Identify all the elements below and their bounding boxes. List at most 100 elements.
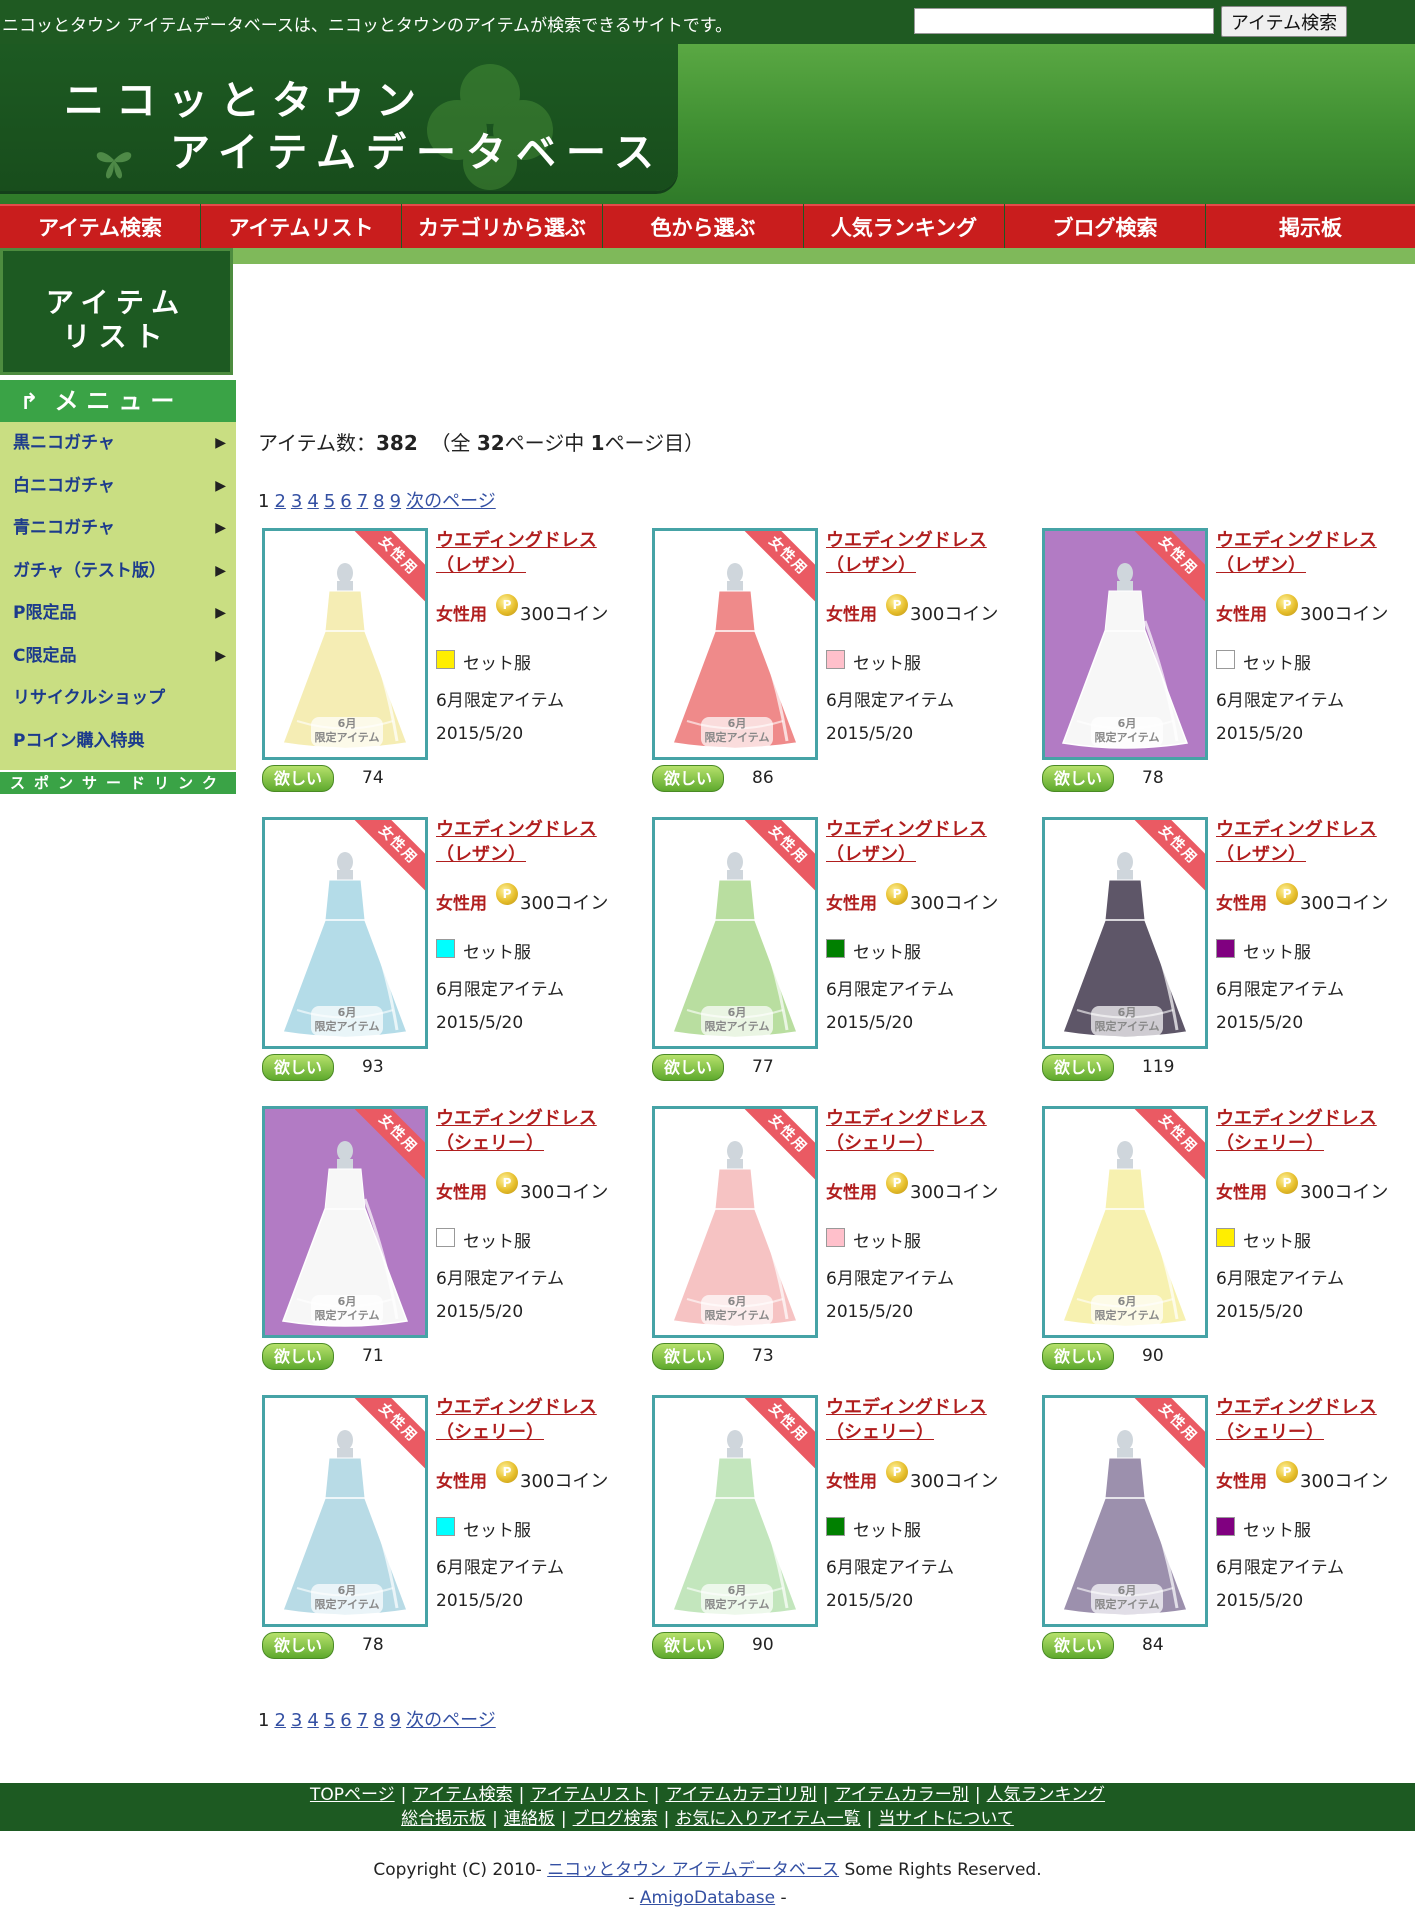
pager-link-9[interactable]: 9 bbox=[390, 1710, 401, 1731]
footer-link-blog-search[interactable]: ブログ検索 bbox=[573, 1809, 658, 1829]
footer-link-item-list[interactable]: アイテムリスト bbox=[530, 1785, 647, 1805]
coin-icon: P bbox=[1276, 594, 1298, 616]
sidebar-item-black-gacha[interactable]: 黒ニコガチャ ▶ bbox=[0, 422, 236, 465]
want-button[interactable]: 欲しい bbox=[652, 765, 724, 792]
footer-link-item-search[interactable]: アイテム検索 bbox=[412, 1785, 512, 1805]
item-name-link[interactable]: ウエディングドレス （レザン） bbox=[826, 817, 987, 867]
item-name-link[interactable]: ウエディングドレス （レザン） bbox=[436, 817, 597, 867]
sidebar-item-recycle-shop[interactable]: リサイクルショップ bbox=[0, 677, 236, 720]
sidebar-item-test-gacha[interactable]: ガチャ（テスト版） ▶ bbox=[0, 550, 236, 593]
item-name-link[interactable]: ウエディングドレス （レザン） bbox=[1216, 528, 1377, 578]
pager-link-3[interactable]: 3 bbox=[291, 1710, 302, 1731]
color-swatch bbox=[1216, 1517, 1235, 1536]
item-thumbnail[interactable]: 6月 限定アイテム 女性用 bbox=[1042, 1106, 1208, 1338]
nav-item-board[interactable]: 掲示板 bbox=[1206, 204, 1415, 248]
nav-item-color[interactable]: 色から選ぶ bbox=[603, 204, 803, 248]
badge-month: 6月 bbox=[337, 717, 357, 730]
footer-link-about[interactable]: 当サイトについて bbox=[878, 1809, 1014, 1829]
pager-next-link[interactable]: 次のページ bbox=[406, 491, 496, 512]
item-thumbnail[interactable]: 6月 限定アイテム 女性用 bbox=[262, 1395, 428, 1627]
footer-link-contact-board[interactable]: 連絡板 bbox=[504, 1809, 555, 1829]
item-thumbnail[interactable]: 6月 限定アイテム 女性用 bbox=[262, 1106, 428, 1338]
item-thumbnail[interactable]: 6月 限定アイテム 女性用 bbox=[1042, 817, 1208, 1049]
item-name-link[interactable]: ウエディングドレス （シェリー） bbox=[1216, 1106, 1377, 1156]
item-name-link[interactable]: ウエディングドレス （シェリー） bbox=[1216, 1395, 1377, 1445]
amigo-database-link[interactable]: AmigoDatabase bbox=[640, 1888, 775, 1908]
want-button[interactable]: 欲しい bbox=[1042, 1632, 1114, 1659]
nav-item-list[interactable]: アイテムリスト bbox=[201, 204, 401, 248]
item-limited: 6月限定アイテム bbox=[436, 691, 565, 711]
count-suffix: ページ目） bbox=[604, 431, 705, 455]
pager-link-6[interactable]: 6 bbox=[340, 491, 351, 512]
sidebar-item-p-coin-bonus[interactable]: Pコイン購入特典 bbox=[0, 720, 236, 763]
sidebar-item-c-limited[interactable]: C限定品 ▶ bbox=[0, 635, 236, 678]
footer-link-color[interactable]: アイテムカラー別 bbox=[835, 1785, 969, 1805]
limited-badge: 6月 限定アイテム bbox=[1091, 1295, 1163, 1325]
footer-link-category[interactable]: アイテムカテゴリ別 bbox=[665, 1785, 816, 1805]
item-thumbnail[interactable]: 6月 限定アイテム 女性用 bbox=[652, 1106, 818, 1338]
item-gender: 女性用 bbox=[436, 1183, 487, 1203]
footer-link-top[interactable]: TOPページ bbox=[310, 1785, 395, 1805]
pager-link-6[interactable]: 6 bbox=[340, 1710, 351, 1731]
want-button[interactable]: 欲しい bbox=[262, 765, 334, 792]
item-thumbnail[interactable]: 6月 限定アイテム 女性用 bbox=[652, 528, 818, 760]
pager-link-8[interactable]: 8 bbox=[373, 491, 384, 512]
pager-link-2[interactable]: 2 bbox=[274, 1710, 285, 1731]
pager-next-link[interactable]: 次のページ bbox=[406, 1710, 496, 1731]
pager-link-5[interactable]: 5 bbox=[324, 491, 335, 512]
want-button[interactable]: 欲しい bbox=[1042, 1054, 1114, 1081]
item-gender: 女性用 bbox=[826, 1183, 877, 1203]
item-name-link[interactable]: ウエディングドレス （シェリー） bbox=[826, 1106, 987, 1156]
nav-item-blog-search[interactable]: ブログ検索 bbox=[1005, 204, 1205, 248]
item-name-link[interactable]: ウエディングドレス （シェリー） bbox=[436, 1106, 597, 1156]
coin-icon: P bbox=[1276, 1461, 1298, 1483]
want-button[interactable]: 欲しい bbox=[1042, 765, 1114, 792]
item-thumbnail[interactable]: 6月 限定アイテム 女性用 bbox=[652, 817, 818, 1049]
item-thumbnail[interactable]: 6月 限定アイテム 女性用 bbox=[1042, 528, 1208, 760]
item-thumbnail[interactable]: 6月 限定アイテム 女性用 bbox=[1042, 1395, 1208, 1627]
pager-link-4[interactable]: 4 bbox=[307, 491, 318, 512]
sidebar-item-blue-gacha[interactable]: 青ニコガチャ ▶ bbox=[0, 507, 236, 550]
footer-link-favorites[interactable]: お気に入りアイテム一覧 bbox=[675, 1809, 860, 1829]
pager-link-8[interactable]: 8 bbox=[373, 1710, 384, 1731]
pager-link-9[interactable]: 9 bbox=[390, 491, 401, 512]
item-name-link[interactable]: ウエディングドレス （レザン） bbox=[1216, 817, 1377, 867]
item-search-button[interactable]: アイテム検索 bbox=[1221, 6, 1347, 37]
footer-link-ranking[interactable]: 人気ランキング bbox=[987, 1785, 1106, 1805]
want-button[interactable]: 欲しい bbox=[262, 1054, 334, 1081]
want-button[interactable]: 欲しい bbox=[652, 1632, 724, 1659]
item-thumbnail[interactable]: 6月 限定アイテム 女性用 bbox=[262, 817, 428, 1049]
search-input[interactable] bbox=[914, 8, 1214, 34]
item-name-link[interactable]: ウエディングドレス （レザン） bbox=[826, 528, 987, 578]
item-name-link[interactable]: ウエディングドレス （シェリー） bbox=[826, 1395, 987, 1445]
sidebar-item-p-limited[interactable]: P限定品 ▶ bbox=[0, 592, 236, 635]
nav-item-search[interactable]: アイテム検索 bbox=[0, 204, 200, 248]
pager-link-7[interactable]: 7 bbox=[357, 491, 368, 512]
footer-separator: | bbox=[560, 1809, 567, 1829]
item-name-link[interactable]: ウエディングドレス （レザン） bbox=[436, 528, 597, 578]
pager-link-5[interactable]: 5 bbox=[324, 1710, 335, 1731]
badge-month: 6月 bbox=[1117, 717, 1137, 730]
badge-text: 限定アイテム bbox=[704, 1598, 770, 1611]
item-price: 300コイン bbox=[520, 604, 609, 625]
want-button[interactable]: 欲しい bbox=[1042, 1343, 1114, 1370]
nav-item-ranking[interactable]: 人気ランキング bbox=[804, 204, 1004, 248]
pager-link-7[interactable]: 7 bbox=[357, 1710, 368, 1731]
want-button[interactable]: 欲しい bbox=[652, 1343, 724, 1370]
want-button[interactable]: 欲しい bbox=[262, 1343, 334, 1370]
pager-link-4[interactable]: 4 bbox=[307, 1710, 318, 1731]
sidebar-item-white-gacha[interactable]: 白ニコガチャ ▶ bbox=[0, 465, 236, 508]
site-logo[interactable]: ニコッとタウン アイテムデータベース bbox=[0, 44, 678, 191]
page-total: 32 bbox=[476, 431, 505, 455]
item-name-line2: （シェリー） bbox=[826, 1133, 934, 1154]
item-thumbnail[interactable]: 6月 限定アイテム 女性用 bbox=[652, 1395, 818, 1627]
item-thumbnail[interactable]: 6月 限定アイテム 女性用 bbox=[262, 528, 428, 760]
footer-link-board[interactable]: 総合掲示板 bbox=[401, 1809, 486, 1829]
want-button[interactable]: 欲しい bbox=[262, 1632, 334, 1659]
item-name-link[interactable]: ウエディングドレス （シェリー） bbox=[436, 1395, 597, 1445]
want-button[interactable]: 欲しい bbox=[652, 1054, 724, 1081]
pager-link-3[interactable]: 3 bbox=[291, 491, 302, 512]
pager-link-2[interactable]: 2 bbox=[274, 491, 285, 512]
nav-item-category[interactable]: カテゴリから選ぶ bbox=[402, 204, 602, 248]
copyright-site-link[interactable]: ニコッとタウン アイテムデータベース bbox=[547, 1860, 839, 1880]
